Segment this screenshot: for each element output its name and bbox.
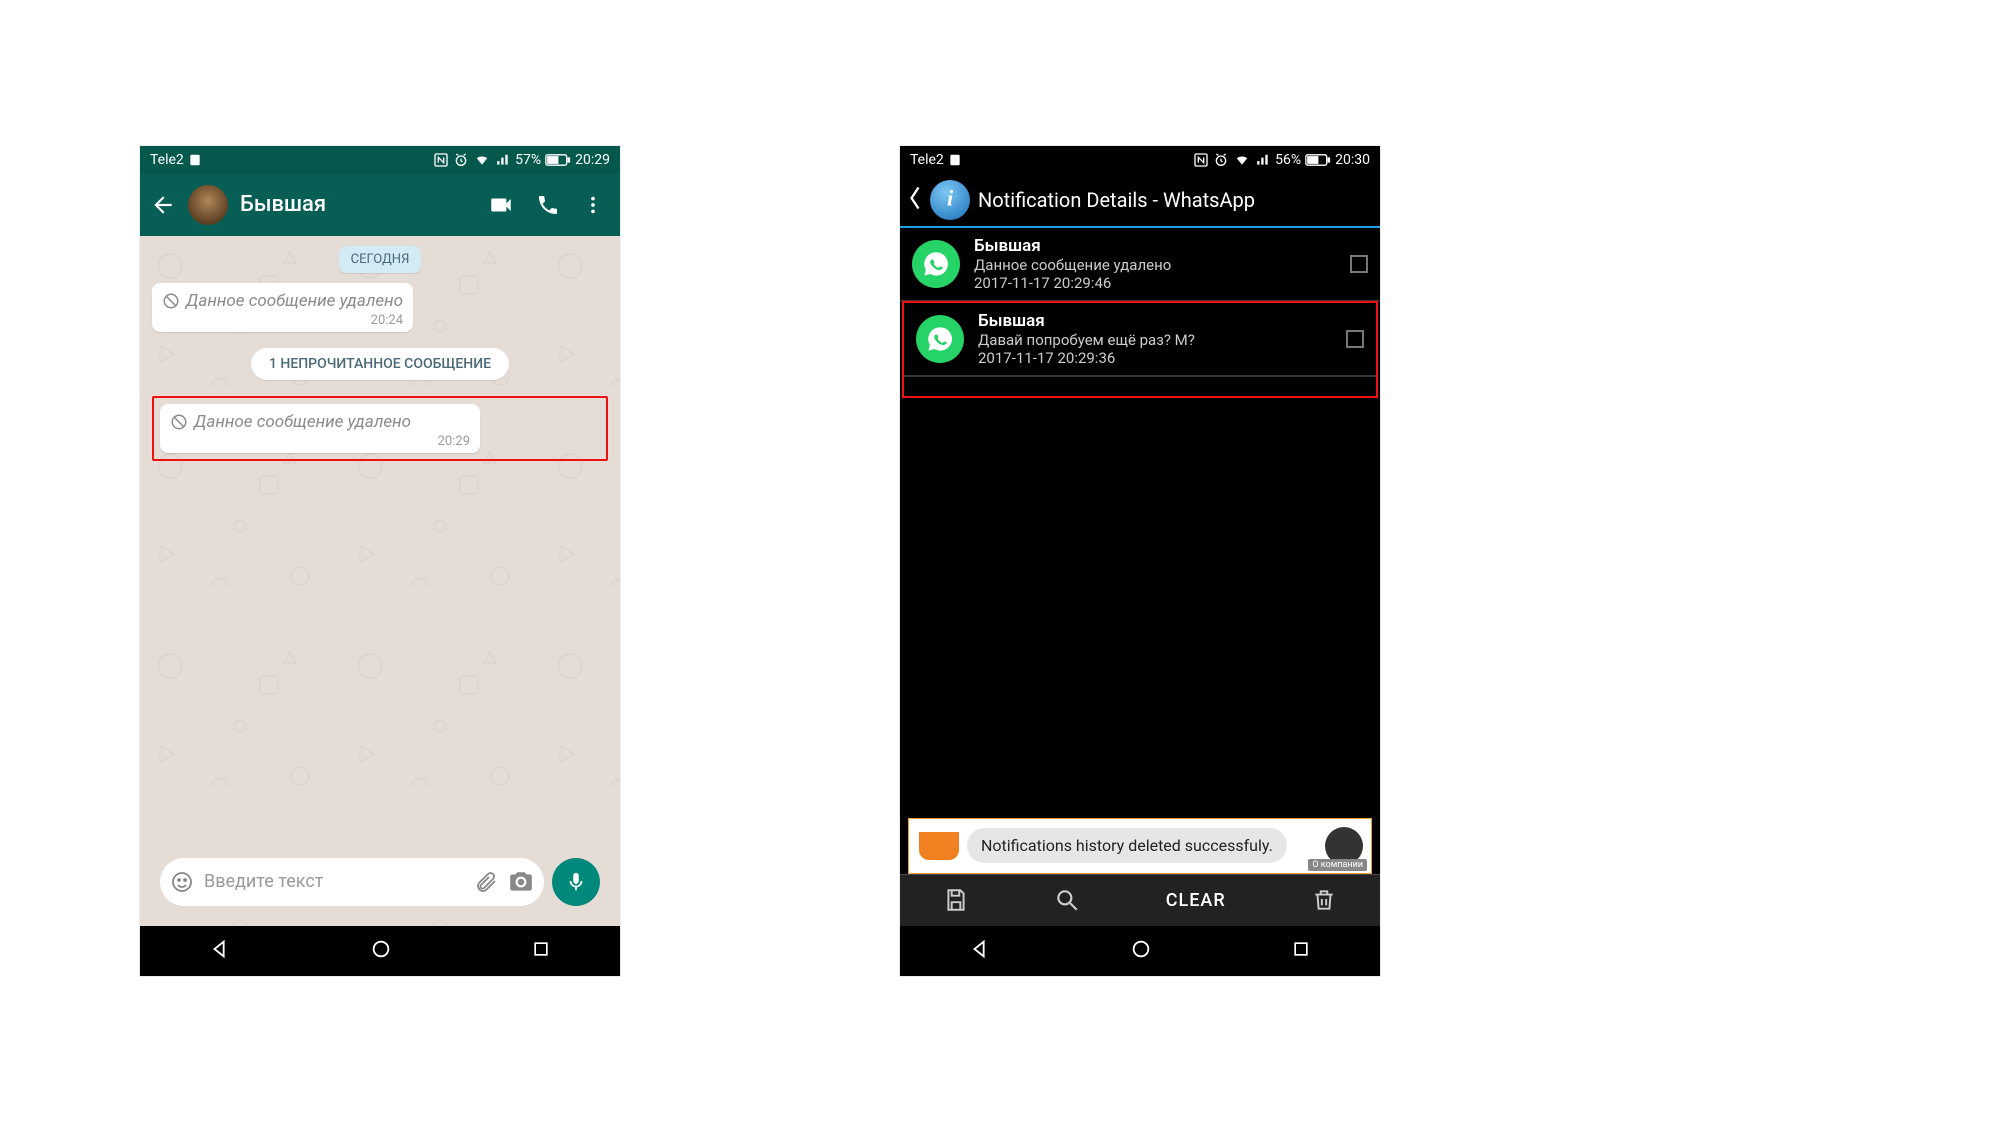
battery-icon <box>1305 153 1331 167</box>
nav-back-button[interactable] <box>209 938 231 964</box>
nav-home-button[interactable] <box>1130 938 1152 964</box>
android-nav <box>900 926 1380 976</box>
signal-icon <box>1255 153 1271 167</box>
header-title: Notification Details - WhatsApp <box>978 188 1255 212</box>
delete-button[interactable] <box>1311 887 1337 913</box>
carrier-label: Tele2 <box>150 152 184 168</box>
notif-body: Давай попробуем ещё раз? М? <box>978 331 1332 349</box>
message-bubble[interactable]: Данное сообщение удалено 20:24 <box>152 283 413 332</box>
checkbox[interactable] <box>1350 255 1368 273</box>
toast-message: Notifications history deleted successful… <box>967 828 1287 863</box>
notif-title: Бывшая <box>978 311 1332 331</box>
contact-name[interactable]: Бывшая <box>240 192 476 217</box>
message-bubble[interactable]: Данное сообщение удалено 20:29 <box>160 404 480 453</box>
clear-button[interactable]: CLEAR <box>1166 890 1226 911</box>
status-time: 20:30 <box>1335 152 1370 168</box>
whatsapp-icon <box>912 240 960 288</box>
battery-icon <box>545 153 571 167</box>
unread-divider: 1 НЕПРОЧИТАННОЕ СООБЩЕНИЕ <box>251 348 509 380</box>
input-placeholder: Введите текст <box>204 871 464 892</box>
notif-body: Данное сообщение удалено <box>974 256 1336 274</box>
avatar[interactable] <box>188 185 228 225</box>
blocked-icon <box>162 292 180 310</box>
ad-tag: О компании <box>1308 859 1367 871</box>
chat-header: Бывшая <box>140 174 620 236</box>
ad-banner[interactable]: Notifications history deleted successful… <box>908 818 1372 874</box>
more-menu-button[interactable] <box>582 194 604 216</box>
highlight-box: Данное сообщение удалено 20:29 <box>152 396 608 461</box>
chat-body[interactable]: СЕГОДНЯ Данное сообщение удалено 20:24 1… <box>140 236 620 926</box>
battery-pct: 57% <box>515 152 541 168</box>
notification-row[interactable]: Бывшая Данное сообщение удалено 2017-11-… <box>900 228 1380 301</box>
message-text: Данное сообщение удалено <box>194 412 411 432</box>
save-button[interactable] <box>943 887 969 913</box>
video-call-button[interactable] <box>488 192 514 218</box>
nav-recent-button[interactable] <box>1291 939 1311 963</box>
highlight-box: Бывшая Давай попробуем ещё раз? М? 2017-… <box>902 301 1378 398</box>
message-input[interactable]: Введите текст <box>160 858 544 906</box>
search-button[interactable] <box>1054 887 1080 913</box>
notification-list[interactable]: Бывшая Данное сообщение удалено 2017-11-… <box>900 228 1380 874</box>
date-divider: СЕГОДНЯ <box>339 246 422 273</box>
sim-icon <box>948 153 962 167</box>
phone-notification-app: Tele2 56% 20:30 Notification Details - W… <box>900 146 1380 976</box>
message-time: 20:24 <box>162 313 403 328</box>
ad-image-icon <box>919 832 959 860</box>
app-header: Notification Details - WhatsApp <box>900 174 1380 228</box>
notif-timestamp: 2017-11-17 20:29:46 <box>974 274 1336 292</box>
message-text: Данное сообщение удалено <box>186 291 403 311</box>
camera-icon[interactable] <box>508 869 534 895</box>
wifi-icon <box>1233 153 1251 167</box>
whatsapp-icon <box>916 315 964 363</box>
blocked-icon <box>170 413 188 431</box>
phone-whatsapp: Tele2 57% 20:29 Бывшая <box>140 146 620 976</box>
nav-home-button[interactable] <box>370 938 392 964</box>
nfc-icon <box>433 152 449 168</box>
sim-icon <box>188 153 202 167</box>
nav-back-button[interactable] <box>969 938 991 964</box>
message-time: 20:29 <box>170 434 470 449</box>
notif-timestamp: 2017-11-17 20:29:36 <box>978 349 1332 367</box>
voice-call-button[interactable] <box>536 193 560 217</box>
checkbox[interactable] <box>1346 330 1364 348</box>
android-nav <box>140 926 620 976</box>
nav-recent-button[interactable] <box>531 939 551 963</box>
app-footer: CLEAR <box>900 874 1380 926</box>
notif-title: Бывшая <box>974 236 1336 256</box>
alarm-icon <box>453 152 469 168</box>
attach-icon[interactable] <box>474 870 498 894</box>
battery-pct: 56% <box>1275 152 1301 168</box>
notification-row[interactable]: Бывшая Давай попробуем ещё раз? М? 2017-… <box>904 303 1376 376</box>
nfc-icon <box>1193 152 1209 168</box>
alarm-icon <box>1213 152 1229 168</box>
emoji-icon[interactable] <box>170 870 194 894</box>
status-time: 20:29 <box>575 152 610 168</box>
signal-icon <box>495 153 511 167</box>
mic-button[interactable] <box>552 858 600 906</box>
status-bar: Tele2 56% 20:30 <box>900 146 1380 174</box>
back-button[interactable] <box>150 192 176 218</box>
carrier-label: Tele2 <box>910 152 944 168</box>
status-bar: Tele2 57% 20:29 <box>140 146 620 174</box>
info-icon <box>930 180 970 220</box>
wifi-icon <box>473 153 491 167</box>
input-row: Введите текст <box>152 850 608 916</box>
back-chevron-icon[interactable] <box>908 184 922 216</box>
